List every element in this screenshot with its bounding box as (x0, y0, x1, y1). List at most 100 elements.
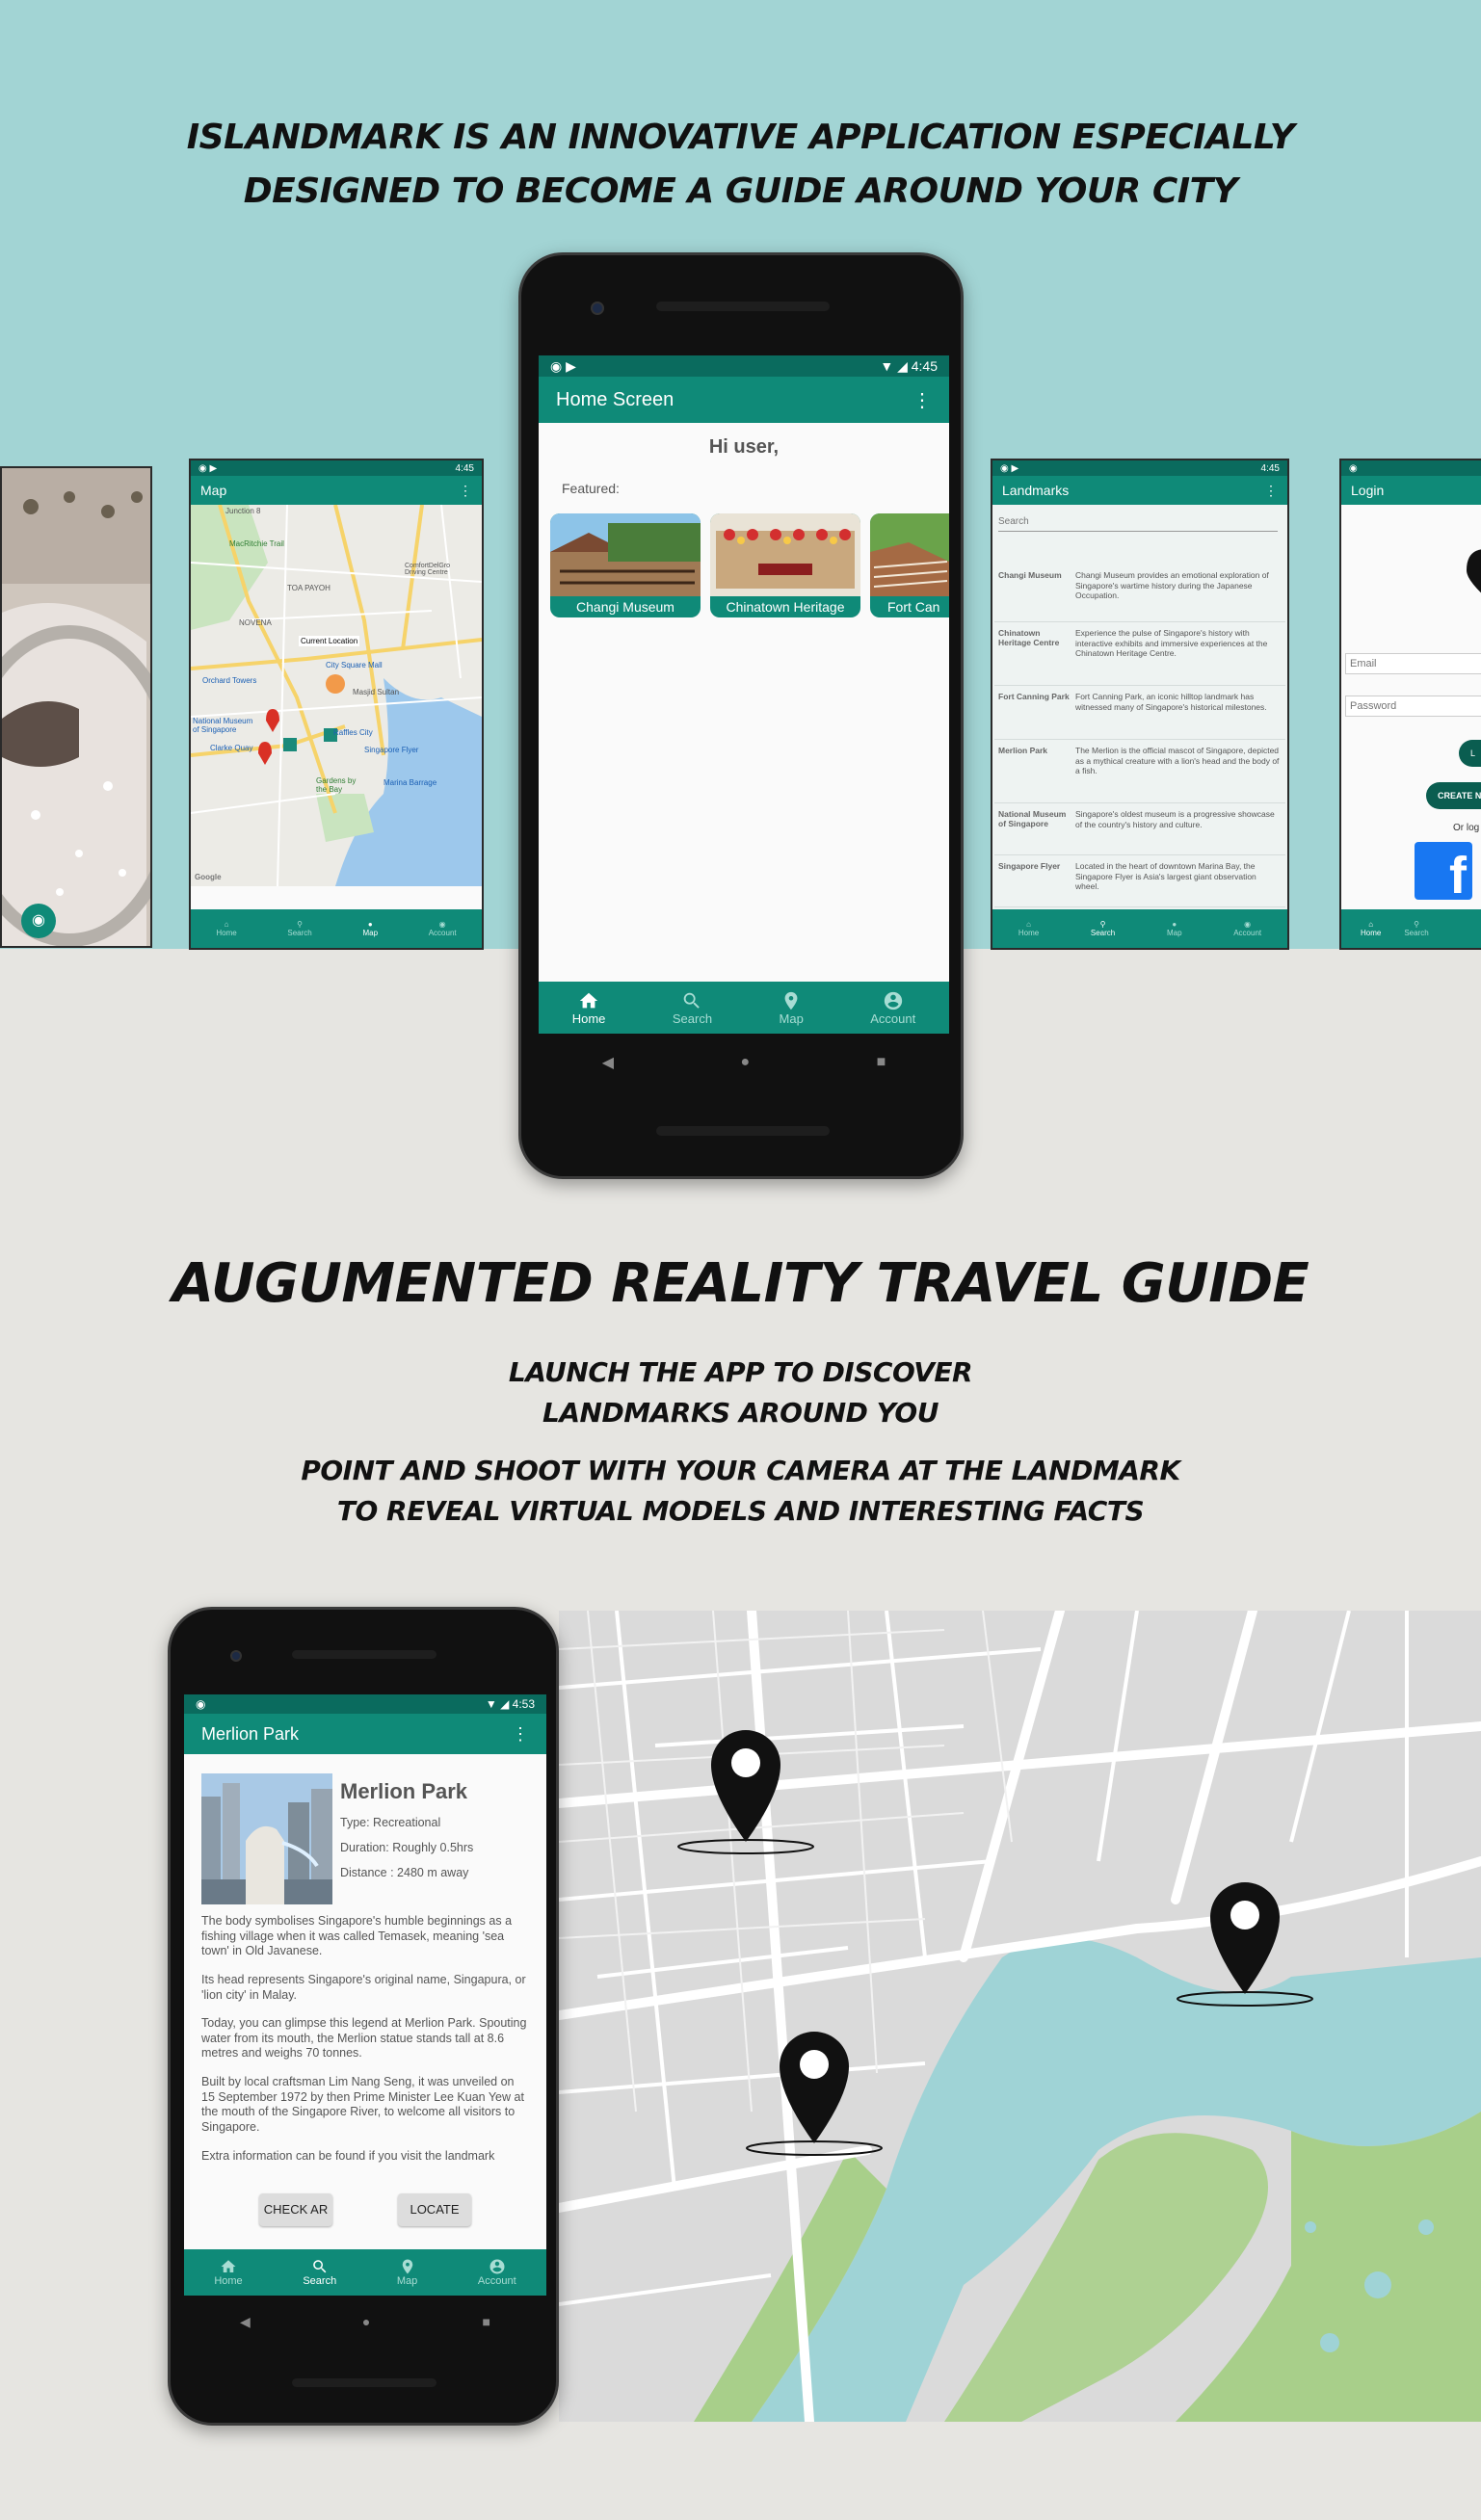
nav-home[interactable]: Home (572, 990, 605, 1026)
nav-search[interactable]: Search (303, 2258, 336, 2287)
nav-home[interactable]: ⌂ Home (1018, 920, 1039, 937)
overflow-menu-icon[interactable]: ⋮ (1264, 483, 1278, 499)
status-time: 4:53 (512, 1697, 535, 1711)
map-pin-icon (784, 991, 798, 1010)
home-button-icon[interactable]: ● (362, 2314, 370, 2329)
changi-museum-image (550, 513, 701, 596)
app-bar: Home Screen ⋮ (539, 377, 949, 423)
ar-camera-screen: ◉ (0, 466, 152, 948)
status-icons-left: ◉ ▶ (550, 357, 576, 374)
map-label: Raffles City (333, 728, 373, 737)
bottom-speaker (656, 1126, 830, 1136)
map-label: ComfortDelGro Driving Centre (405, 563, 451, 576)
nav-search[interactable]: ⚲ Search (1091, 920, 1115, 937)
front-camera (591, 302, 604, 315)
status-right: ▼ ◢ 4:45 (880, 358, 938, 375)
recents-icon[interactable]: ■ (877, 1054, 886, 1071)
facebook-button[interactable]: f (1415, 842, 1472, 905)
map-label: TOA PAYOH (287, 584, 331, 592)
map-label: City Square Mall (326, 661, 383, 669)
landmark-row[interactable]: Changi Museum Changi Museum provides an e… (994, 564, 1285, 622)
map-label: Masjid Sultan (353, 688, 400, 696)
nav-account[interactable]: Account (870, 990, 915, 1026)
locate-button[interactable]: LOCATE (398, 2193, 471, 2226)
bottom-speaker (292, 2378, 436, 2387)
map-label: Gardens by the Bay (316, 776, 357, 794)
home-icon: ⌂ (1026, 920, 1031, 929)
app-bar: Map ⋮ (191, 476, 482, 505)
nav-map[interactable]: ● Map (362, 920, 378, 937)
search-input[interactable] (998, 512, 1278, 532)
featured-card-fort-canning[interactable]: Fort Can (870, 513, 949, 617)
landmark-row[interactable]: Chinatown Heritage Centre Experience the … (994, 622, 1285, 686)
nav-home[interactable]: ⌂ Home (216, 920, 236, 937)
section2-title: AUGUMENTED REALITY TRAVEL GUIDE (172, 1252, 1309, 1315)
detail-screen: ◉ ▼ ◢ 4:53 Merlion Park ⋮ Merlion Park T… (184, 1694, 546, 2296)
status-time: 4:45 (455, 462, 474, 474)
landmark-row[interactable]: Singapore Flyer Located in the heart of d… (994, 855, 1285, 907)
overflow-menu-icon[interactable]: ⋮ (512, 1724, 529, 1745)
nav-map[interactable]: Map (397, 2258, 417, 2287)
nav-home[interactable]: Home (214, 2258, 243, 2287)
home-button-icon[interactable]: ● (740, 1054, 750, 1071)
app-title: Landmarks (1002, 483, 1070, 498)
description-paragraph: Built by local craftsman Lim Nang Seng, … (201, 2075, 524, 2134)
card-caption: Changi Museum (576, 599, 674, 615)
search-icon: ⚲ (1099, 920, 1106, 929)
overflow-menu-icon[interactable]: ⋮ (459, 483, 472, 499)
bottom-nav: ⌂ Home ⚲ Search (1341, 909, 1481, 948)
map-pin-icon: ● (1172, 920, 1177, 929)
status-bar: ◉ ▶ 4:45 (992, 460, 1287, 476)
nav-map[interactable]: ● Map (1167, 920, 1182, 937)
status-time: 4:45 (911, 357, 938, 374)
description-paragraph: Today, you can glimpse this legend at Me… (201, 2016, 527, 2061)
nav-account[interactable]: Account (478, 2258, 516, 2287)
description-paragraph: Extra information can be found if you vi… (201, 2148, 495, 2163)
recents-icon[interactable]: ■ (482, 2314, 489, 2329)
map-label: Orchard Towers (202, 676, 257, 685)
fort-canning-image (870, 513, 949, 596)
status-bar: ◉ ▼ ◢ 4:53 (184, 1694, 546, 1714)
login-screen: ◉ Login L CREATE N Or log f ⌂Home ⚲Searc… (1339, 459, 1481, 950)
status-icons-left: ◉ ▶ (1000, 462, 1019, 474)
google-logo: Google (195, 873, 222, 881)
featured-card-changi[interactable]: Changi Museum (550, 513, 701, 617)
nav-account[interactable]: ◉ Account (1233, 920, 1261, 937)
section2-paragraph-2: POINT AND SHOOT WITH YOUR CAMERA AT THE … (301, 1455, 1180, 1527)
speaker-grille (292, 1650, 436, 1659)
featured-card-chinatown[interactable]: Chinatown Heritage (710, 513, 860, 617)
back-icon[interactable]: ◀ (240, 2314, 251, 2330)
overflow-menu-icon[interactable]: ⋮ (912, 388, 932, 412)
nav-account[interactable]: ◉ Account (429, 920, 457, 937)
create-account-button[interactable]: CREATE N (1426, 782, 1481, 809)
status-time: 4:45 (1260, 462, 1280, 474)
nav-search[interactable]: ⚲ Search (1404, 920, 1428, 937)
wifi-icon: ▼ ◢ (880, 357, 912, 374)
bottom-nav: Home Search Map Account (184, 2249, 546, 2296)
landmark-row[interactable]: Merlion Park The Merlion is the official … (994, 740, 1285, 803)
landmark-row[interactable]: Fort Canning Park Fort Canning Park, an i… (994, 686, 1285, 740)
nav-home[interactable]: ⌂ Home (1361, 920, 1381, 937)
login-button[interactable]: L (1459, 740, 1481, 767)
map-pin-icon: ● (367, 920, 373, 929)
map-label: Singapore Flyer (364, 746, 419, 754)
email-field[interactable] (1345, 653, 1481, 674)
landmark-row[interactable]: National Museum of Singapore Singapore's … (994, 803, 1285, 855)
account-icon (489, 2259, 505, 2274)
back-icon[interactable]: ◀ (602, 1053, 614, 1072)
bottom-nav: ⌂ Home ⚲ Search ● Map ◉ Account (992, 909, 1287, 948)
merlion-image (201, 1773, 332, 1904)
nav-map[interactable]: Map (780, 990, 804, 1026)
ar-camera-view (2, 468, 150, 946)
map-label: National Museum of Singapore (193, 717, 253, 734)
map-labels: Junction 8 MacRitchie Trail TOA PAYOH Co… (191, 505, 482, 886)
camera-button[interactable]: ◉ (21, 904, 56, 938)
check-ar-button[interactable]: CHECK AR (259, 2193, 332, 2226)
password-field[interactable] (1345, 696, 1481, 717)
nav-search[interactable]: Search (673, 990, 712, 1026)
headline-line2: DESIGNED TO BECOME A GUIDE AROUND YOUR C… (243, 171, 1238, 211)
featured-label: Featured: (562, 481, 620, 496)
account-icon: ◉ (438, 920, 446, 929)
bottom-nav: ⌂ Home ⚲ Search ● Map ◉ Account (191, 909, 482, 948)
nav-search[interactable]: ⚲ Search (287, 920, 311, 937)
